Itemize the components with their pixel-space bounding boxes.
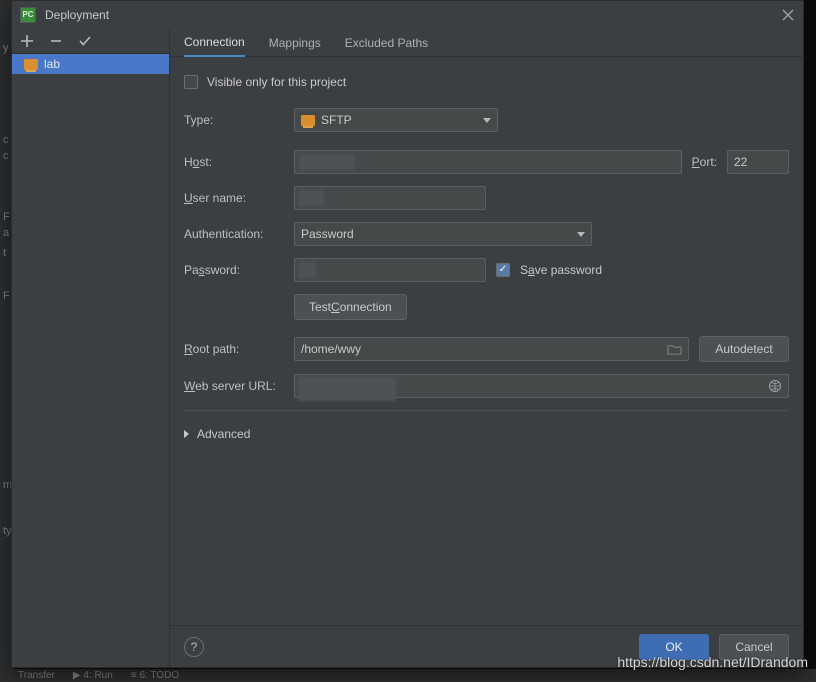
password-input[interactable] (294, 258, 486, 282)
apply-button[interactable] (77, 33, 93, 49)
globe-icon[interactable] (768, 379, 782, 393)
caret-right-icon (184, 430, 189, 438)
main-panel: Connection Mappings Excluded Paths Visib… (170, 28, 803, 667)
server-tree[interactable]: lab (12, 54, 169, 667)
tab-mappings[interactable]: Mappings (269, 31, 321, 56)
autodetect-button[interactable]: Autodetect (699, 336, 789, 362)
type-combo[interactable]: SFTP (294, 108, 498, 132)
toolbar (12, 28, 169, 54)
root-label: Root path: (184, 342, 294, 356)
password-label: Password: (184, 263, 294, 277)
tabs: Connection Mappings Excluded Paths (170, 28, 803, 57)
chevron-down-icon (577, 232, 585, 237)
window-title: Deployment (45, 8, 109, 22)
host-input[interactable] (294, 150, 682, 174)
remove-button[interactable] (48, 33, 64, 49)
titlebar[interactable]: PC Deployment (12, 1, 803, 28)
tree-item-label: lab (44, 57, 60, 71)
tab-connection[interactable]: Connection (184, 30, 245, 57)
add-button[interactable] (19, 33, 35, 49)
sidebar: lab (12, 28, 170, 667)
close-icon[interactable] (781, 8, 795, 22)
port-label: Port: (692, 155, 717, 169)
ok-button[interactable]: OK (639, 634, 709, 660)
advanced-toggle[interactable]: Advanced (184, 423, 789, 445)
cancel-button[interactable]: Cancel (719, 634, 789, 660)
chevron-down-icon (483, 118, 491, 123)
folder-icon[interactable] (667, 343, 682, 356)
user-input[interactable] (294, 186, 486, 210)
port-input[interactable] (727, 150, 789, 174)
test-connection-button[interactable]: Test Connection (294, 294, 407, 320)
web-url-input[interactable] (294, 374, 789, 398)
auth-label: Authentication: (184, 227, 294, 241)
root-input[interactable]: /home/wwy (294, 337, 689, 361)
footer: ? OK Cancel (170, 625, 803, 667)
app-icon: PC (20, 7, 36, 23)
user-label: User name: (184, 191, 294, 205)
save-password-label: Save password (520, 263, 602, 277)
host-label: Host: (184, 155, 294, 169)
tree-item-lab[interactable]: lab (12, 54, 169, 74)
save-password-checkbox[interactable] (496, 263, 510, 277)
help-button[interactable]: ? (184, 637, 204, 657)
web-label: Web server URL: (184, 379, 294, 393)
server-icon (24, 59, 38, 70)
sftp-icon (301, 115, 315, 126)
deployment-dialog: PC Deployment lab Connection Mappings (11, 0, 804, 668)
auth-combo[interactable]: Password (294, 222, 592, 246)
type-label: Type: (184, 113, 294, 127)
ide-bottom-strip: Transfer ▶ 4: Run ≡ 6: TODO (0, 669, 816, 682)
visible-only-label: Visible only for this project (207, 75, 346, 89)
visible-only-checkbox[interactable] (184, 75, 198, 89)
tab-excluded[interactable]: Excluded Paths (345, 31, 428, 56)
